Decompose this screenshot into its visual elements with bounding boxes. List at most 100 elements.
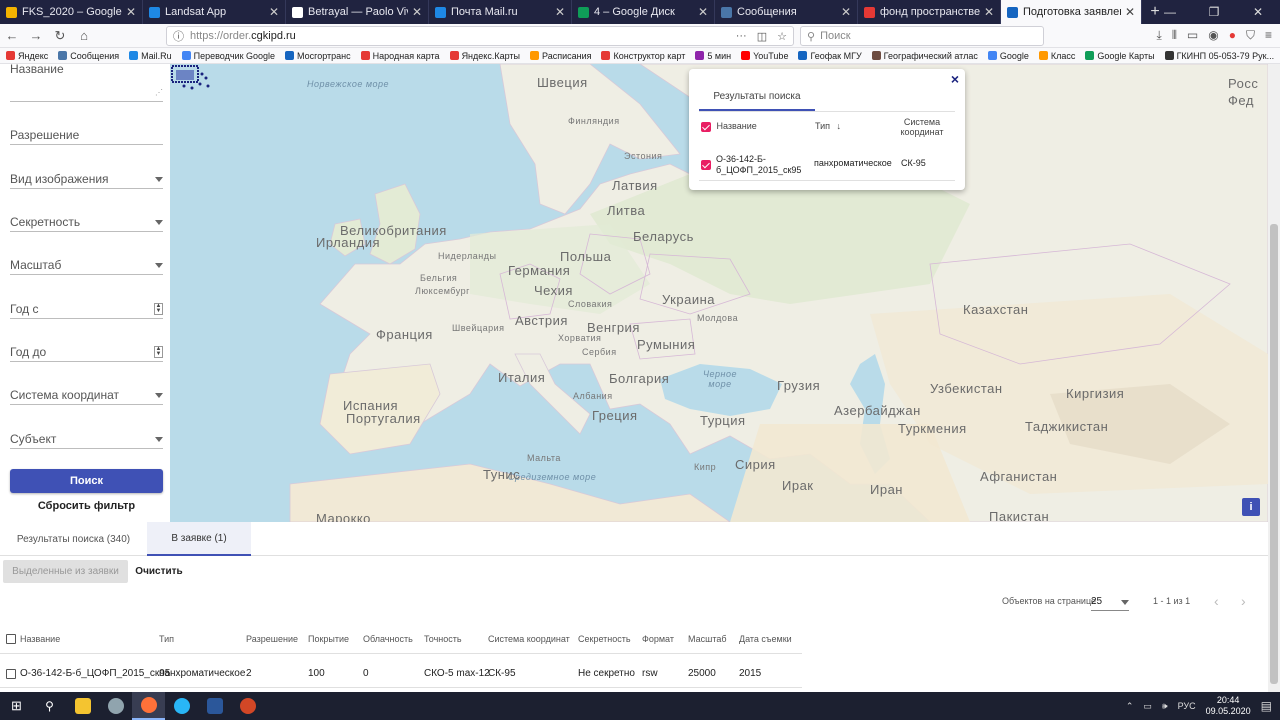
forward-icon[interactable]: → (24, 28, 48, 43)
close-tab-icon[interactable]: ✕ (269, 5, 279, 19)
notifications-icon[interactable]: ▤ (1261, 699, 1272, 713)
reset-filter-button[interactable]: Сбросить фильтр (10, 497, 163, 515)
scale-select[interactable]: Масштаб (10, 255, 163, 275)
shield-icon[interactable]: ⛉ (1246, 28, 1255, 43)
scrollbar-thumb[interactable] (1270, 224, 1278, 684)
search-button[interactable]: Поиск (10, 469, 163, 493)
download-icon[interactable]: ⤓ (1157, 28, 1162, 43)
adblock-icon[interactable]: ● (1229, 28, 1236, 43)
column-header[interactable]: Точность (424, 634, 462, 644)
restore-icon[interactable]: ❐ (1192, 0, 1236, 24)
page-scrollbar[interactable] (1268, 64, 1280, 692)
network-icon[interactable]: ▭ (1143, 701, 1152, 712)
bookmark-item[interactable]: Переводчик Google (181, 51, 275, 61)
bookmark-item[interactable]: Мосгортранс (285, 51, 351, 61)
close-tab-icon[interactable]: ✕ (126, 5, 136, 19)
clear-button[interactable]: Очистить (128, 560, 190, 583)
windows-start-icon[interactable]: ⊞ (0, 692, 33, 720)
column-header[interactable]: Облачность (363, 634, 413, 644)
year-to-input[interactable]: Год до ▲ ▼ (10, 342, 163, 362)
bookmark-item[interactable]: Google (987, 51, 1029, 61)
home-icon[interactable]: ⌂ (72, 28, 96, 43)
name-field[interactable]: Название ⋰ (10, 62, 163, 102)
file-explorer-icon[interactable] (66, 692, 99, 720)
popup-header-type[interactable]: Тип ↓ (815, 121, 841, 131)
resolution-field[interactable]: Разрешение (10, 125, 163, 145)
column-header[interactable]: Дата съемки (739, 634, 792, 644)
browser-tab[interactable]: Сообщения ✕ (715, 0, 858, 24)
bookmark-item[interactable]: Расписания (529, 51, 591, 61)
chevron-up-icon[interactable]: ⌃ (1126, 701, 1134, 712)
clock[interactable]: 20:44 09.05.2020 (1206, 695, 1251, 717)
paint-icon[interactable] (99, 692, 132, 720)
firefox-icon[interactable] (132, 692, 165, 720)
column-header[interactable]: Масштаб (688, 634, 727, 644)
search-icon[interactable]: ⚲ (33, 692, 66, 720)
row-checkbox[interactable] (701, 159, 711, 170)
sidebar-icon[interactable]: ▭ (1187, 28, 1198, 43)
next-page-icon[interactable]: › (1241, 593, 1246, 609)
spinner-icon[interactable]: ▲ ▼ (154, 346, 163, 358)
bookmark-item[interactable]: Mail.Ru (129, 51, 172, 61)
globe-app-icon[interactable] (165, 692, 198, 720)
menu-icon[interactable]: ≡ (1265, 28, 1272, 43)
bookmark-item[interactable]: Класс (1038, 51, 1075, 61)
remove-selected-button[interactable]: Выделенные из заявки (3, 560, 128, 583)
subject-select[interactable]: Субъект (10, 429, 163, 449)
popup-tab-results[interactable]: Результаты поиска (699, 83, 815, 111)
bookmark-item[interactable]: 5 мин (695, 51, 731, 61)
image-footprint-marker[interactable] (170, 64, 212, 94)
column-header[interactable]: Разрешение (246, 634, 298, 644)
close-tab-icon[interactable]: ✕ (984, 5, 994, 19)
close-icon[interactable]: × (951, 71, 959, 87)
back-icon[interactable]: ← (0, 28, 24, 43)
select-all-checkbox[interactable] (701, 121, 711, 132)
year-from-input[interactable]: Год с ▲ ▼ (10, 299, 163, 319)
per-page-select[interactable]: 25 (1091, 596, 1129, 611)
column-header[interactable]: Система координат (488, 634, 570, 644)
word-icon[interactable] (198, 692, 231, 720)
browser-tab[interactable]: 4 – Google Диск ✕ (572, 0, 715, 24)
coord-system-select[interactable]: Система координат (10, 385, 163, 405)
bookmark-star-icon[interactable]: ☆ (777, 30, 787, 43)
minimize-icon[interactable]: — (1148, 0, 1192, 24)
bookmark-item[interactable]: YouTube (741, 51, 788, 61)
row-checkbox[interactable] (6, 669, 16, 679)
close-window-icon[interactable]: ✕ (1236, 0, 1280, 24)
pocket-icon[interactable]: ◫ (757, 30, 767, 43)
bookmark-item[interactable]: Яндекс (6, 51, 48, 61)
prev-page-icon[interactable]: ‹ (1214, 593, 1219, 609)
image-type-select[interactable]: Вид изображения (10, 169, 163, 189)
column-header[interactable]: Секретность (578, 634, 631, 644)
bookmark-item[interactable]: Геофак МГУ (798, 51, 862, 61)
close-tab-icon[interactable]: ✕ (1125, 5, 1135, 19)
bookmark-item[interactable]: Сообщения (58, 51, 119, 61)
bookmark-item[interactable]: Яндекс.Карты (449, 51, 520, 61)
column-header[interactable]: Покрытие (308, 634, 349, 644)
column-header[interactable]: Название (20, 634, 60, 644)
close-tab-icon[interactable]: ✕ (412, 5, 422, 19)
secrecy-select[interactable]: Секретность (10, 212, 163, 232)
select-all-checkbox[interactable] (6, 634, 16, 644)
browser-tab[interactable]: Почта Mail.ru ✕ (429, 0, 572, 24)
bookmark-item[interactable]: ГКИНП 05-053-79 Рук... (1164, 51, 1274, 61)
resize-handle-icon[interactable]: ⋰ (155, 88, 163, 97)
column-header[interactable]: Формат (642, 634, 674, 644)
browser-tab[interactable]: Подготовка заявлений на ✕ (1001, 0, 1142, 24)
library-icon[interactable]: ⫴ (1172, 28, 1177, 43)
page-actions-icon[interactable]: ··· (736, 30, 747, 43)
volume-icon[interactable]: 🕪 (1162, 701, 1168, 712)
powerpoint-icon[interactable] (231, 692, 264, 720)
bookmark-item[interactable]: Географический атлас (871, 51, 978, 61)
close-tab-icon[interactable]: ✕ (555, 5, 565, 19)
browser-tab[interactable]: фонд пространственных да ✕ (858, 0, 1001, 24)
tab-in-order[interactable]: В заявке (1) (147, 522, 251, 556)
bookmark-item[interactable]: Google Карты (1085, 51, 1155, 61)
browser-tab[interactable]: Landsat App ✕ (143, 0, 286, 24)
close-tab-icon[interactable]: ✕ (698, 5, 708, 19)
url-bar[interactable]: ⓘ https://order. cgkipd.ru ··· ◫ ☆ (166, 26, 794, 46)
tab-search-results[interactable]: Результаты поиска (340) (0, 522, 147, 556)
browser-tab[interactable]: Betrayal — Paolo Vivaldi ✕ (286, 0, 429, 24)
bookmark-item[interactable]: Конструктор карт (601, 51, 685, 61)
search-input[interactable]: ⚲ Поиск (800, 26, 1044, 46)
